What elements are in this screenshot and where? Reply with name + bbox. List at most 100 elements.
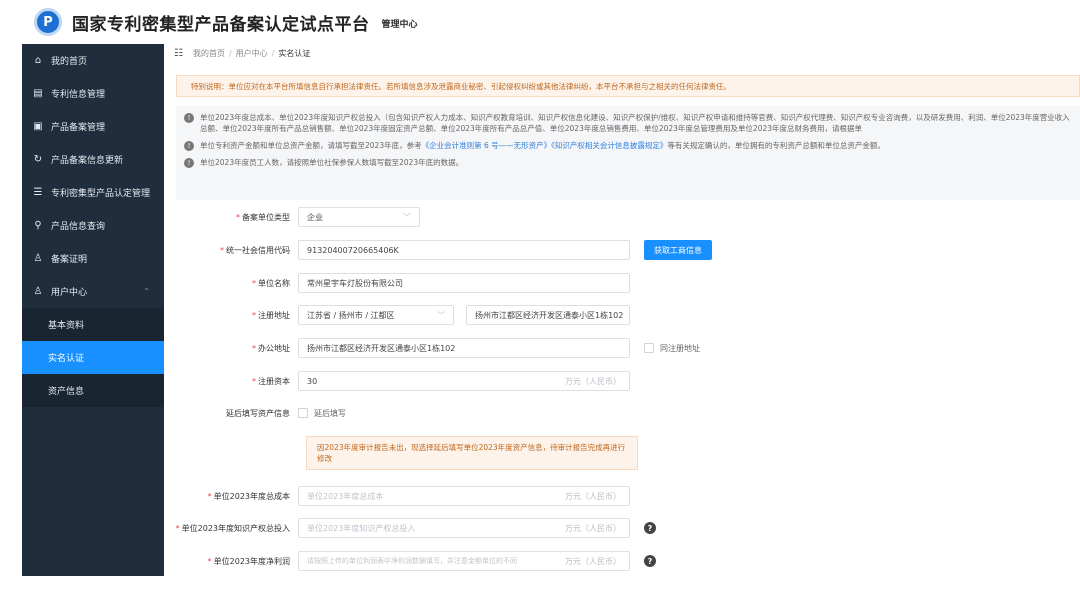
user-center-submenu: 基本资料 实名认证 资产信息 [22,308,164,407]
sidebar-item-label: 备案证明 [51,255,88,265]
total-cost-input[interactable]: 单位2023年度总成本 万元（人民币） [298,486,630,506]
breadcrumb-link-user-center[interactable]: 用户中心 [236,48,268,59]
reg-address-detail-input[interactable]: 扬州市江都区经济开发区通泰小区1栋102 [466,305,630,325]
chevron-up-icon: ⌃ [143,287,150,296]
ip-disclosure-link[interactable]: 《知识产权相关会计信息披露规定》 [551,141,667,150]
unit-suffix: 万元（人民币） [565,523,621,533]
form-row-reg-address: * 注册地址 江苏省 / 扬州市 / 江都区 ﹀ 扬州市江都区经济开发区通泰小区1… [164,305,630,325]
label-text: 注册地址 [258,310,290,320]
sidebar-item-label: 用户中心 [51,288,88,298]
delay-fill-checkbox[interactable] [298,408,308,418]
sidebar-item-home[interactable]: ⌂ 我的首页 [22,44,164,77]
sidebar-item-filing-certificate[interactable]: ♙ 备案证明 [22,242,164,275]
sidebar-subitem-real-name[interactable]: 实名认证 [22,341,164,374]
breadcrumb-current: 实名认证 [278,48,311,58]
form-label: * 单位2023年度总成本 [164,491,298,502]
label-text: 统一社会信用代码 [226,245,290,255]
sidebar-subitem-basic-info[interactable]: 基本资料 [22,308,164,341]
label-text: 办公地址 [258,343,290,353]
unit-type-select[interactable]: 企业 ﹀ [298,207,420,227]
info-notice-row: ! 单位2023年度总成本、单位2023年度知识产权总投入（包含知识产权人力成本… [184,112,1074,134]
info-notice-text: 单位2023年度员工人数，请按照单位社保参保人数填写截至2023年底的数据。 [200,158,464,167]
required-mark: * [252,310,256,320]
reg-capital-input[interactable]: 30 万元（人民币） [298,371,630,391]
info-notice-row: ! 单位2023年度员工人数，请按照单位社保参保人数填写截至2023年底的数据。 [184,157,1074,168]
breadcrumb: ☷ 我的首页 / 用户中心 / 实名认证 [164,44,1080,62]
accounting-standard-link[interactable]: 《企业会计准则第 6 号——无形资产》 [422,141,552,150]
net-profit-input[interactable]: 请按照上传的单位利润表中净利润数据填写，并注意金额单位的不同 万元（人民币） [298,551,630,571]
info-notice-text: 单位专利资产金额和单位总资产金额，请填写截至2023年底，参考《企业会计准则第 … [200,140,885,151]
info-icon: ! [184,113,194,123]
form-label: * 注册资本 [164,376,298,387]
sidebar-item-label: 产品备案管理 [51,123,106,133]
credit-code-input[interactable]: 91320400720665406K [298,240,630,260]
required-mark: * [220,245,224,255]
label-text: 单位2023年度总成本 [213,491,290,501]
label-text: 备案单位类型 [242,212,290,222]
top-header: P 国家专利密集型产品备案认定试点平台 管理中心 [22,0,1080,44]
info-text-before: 单位专利资产金额和单位总资产金额，请填写截至2023年底，参考 [200,141,422,150]
sidebar-item-product-query[interactable]: ⚲ 产品信息查询 [22,209,164,242]
input-value: 91320400720665406K [307,245,399,255]
same-as-reg-address[interactable]: 同注册地址 [644,343,700,354]
form-row-office-address: * 办公地址 扬州市江都区经济开发区通泰小区1栋102 同注册地址 [164,338,700,358]
menu-toggle-icon[interactable]: ☷ [174,48,183,59]
help-icon[interactable]: ? [644,522,656,534]
form-row-total-cost: * 单位2023年度总成本 单位2023年度总成本 万元（人民币） [164,486,630,506]
checkbox-label: 同注册地址 [660,343,700,353]
form-row-reg-capital: * 注册资本 30 万元（人民币） [164,371,630,391]
form-label: * 备案单位类型 [164,212,298,223]
label-text: 单位名称 [258,278,290,288]
same-address-checkbox[interactable] [644,343,654,353]
office-address-input[interactable]: 扬州市江都区经济开发区通泰小区1栋102 [298,338,630,358]
info-icon: ! [184,141,194,151]
unit-suffix: 万元（人民币） [565,491,621,501]
sidebar-item-label: 专利密集型产品认定管理 [51,189,151,199]
document-icon: ▤ [33,88,43,99]
sidebar-item-product-filing[interactable]: ▣ 产品备案管理 [22,110,164,143]
form-label: * 单位2023年度净利润 [164,556,298,567]
input-placeholder: 单位2023年度总成本 [307,491,384,501]
breadcrumb-separator: / [271,48,275,58]
info-text-after: 等有关规定确认的，单位拥有的专利资产总额和单位总资产金额。 [667,141,885,150]
sidebar-item-product-certification[interactable]: ☰ 专利密集型产品认定管理 [22,176,164,209]
form-label: * 单位名称 [164,278,298,289]
page: P 国家专利密集型产品备案认定试点平台 管理中心 ⌂ 我的首页 ▤ 专利信息管理… [0,0,1080,600]
legal-warning-text: 特别说明：单位应对在本平台所填信息自行承担法律责任。若所填信息涉及泄露商业秘密、… [191,81,731,91]
delay-fill-option[interactable]: 延后填写 [298,408,346,419]
ip-investment-input[interactable]: 单位2023年度知识产权总投入 万元（人民币） [298,518,630,538]
platform-logo: P [34,8,62,36]
main-content: ☷ 我的首页 / 用户中心 / 实名认证 特别说明：单位应对在本平台所填信息自行… [164,44,1080,576]
help-icon[interactable]: ? [644,555,656,567]
breadcrumb-separator: / [228,48,232,58]
unit-suffix: 万元（人民币） [565,556,621,566]
list-icon: ☰ [33,187,43,198]
breadcrumb-link-home[interactable]: 我的首页 [193,48,225,59]
logo-letter: P [43,14,53,30]
delay-fill-note: 因2023年度审计报告未出，现选择延后填写单位2023年度资产信息，待审计报告完… [306,436,638,470]
reg-region-select[interactable]: 江苏省 / 扬州市 / 江都区 ﹀ [298,305,454,325]
input-placeholder: 请按照上传的单位利润表中净利润数据填写，并注意金额单位的不同 [307,557,517,565]
chevron-down-icon: ﹀ [403,212,411,222]
sidebar-item-filing-update[interactable]: ↻ 产品备案信息更新 [22,143,164,176]
required-mark: * [236,212,240,222]
unit-name-input[interactable]: 常州星宇车灯股份有限公司 [298,273,630,293]
sidebar-item-user-center[interactable]: ♙ 用户中心 ⌃ [22,275,164,308]
input-value: 扬州市江都区经济开发区通泰小区1栋102 [475,310,624,320]
sidebar-item-label: 资产信息 [48,387,85,397]
sidebar-item-label: 实名认证 [48,354,85,364]
app-subtitle: 管理中心 [381,20,418,30]
unit-suffix: 万元（人民币） [565,376,621,386]
input-value: 扬州市江都区经济开发区通泰小区1栋102 [307,343,456,353]
sidebar-subitem-asset-info[interactable]: 资产信息 [22,374,164,407]
form-row-unit-name: * 单位名称 常州星宇车灯股份有限公司 [164,273,630,293]
form-row-ip-invest: * 单位2023年度知识产权总投入 单位2023年度知识产权总投入 万元（人民币）… [164,518,656,538]
certificate-icon: ♙ [33,253,43,264]
input-value: 30 [307,376,318,386]
checkbox-label: 延后填写 [314,408,346,418]
fetch-business-info-button[interactable]: 获取工商信息 [644,240,712,260]
app-title: 国家专利密集型产品备案认定试点平台 [72,14,370,35]
sidebar-item-patent-info[interactable]: ▤ 专利信息管理 [22,77,164,110]
label-text: 注册资本 [258,376,290,386]
input-value: 常州星宇车灯股份有限公司 [307,278,403,288]
